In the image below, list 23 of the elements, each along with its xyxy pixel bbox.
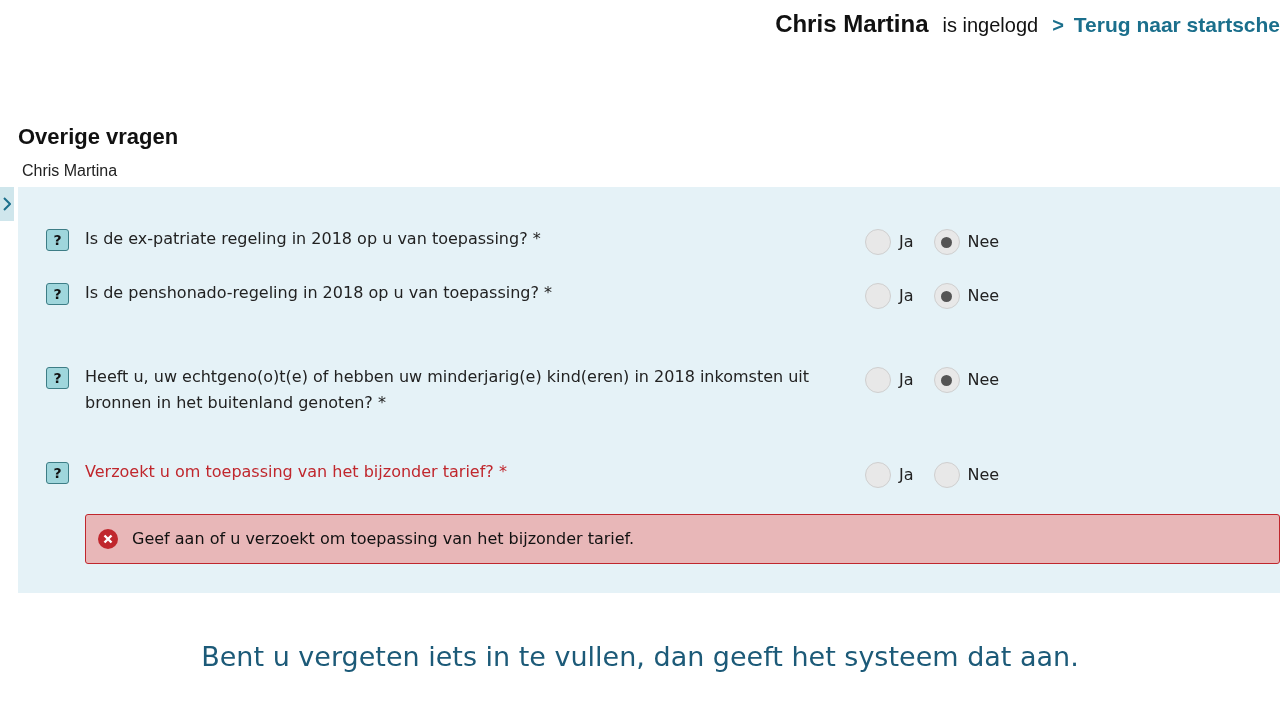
question-label: Heeft u, uw echtgeno(o)t(e) of hebben uw minderjarig(e) kind(eren) in 2018 inkomsten uit bronnen in het buitenland genoten? * bbox=[85, 366, 811, 414]
sidebar-toggle[interactable] bbox=[0, 187, 14, 221]
radio-option[interactable]: Nee bbox=[933, 283, 1000, 309]
user-name: Chris Martina bbox=[775, 9, 929, 39]
error-text: Geef aan of u verzoekt om toepassing van het bijzonder tarief. bbox=[132, 528, 635, 550]
chevron-text: > bbox=[1052, 13, 1064, 38]
chevron-right-icon bbox=[3, 197, 11, 211]
section-title: Overige vragen bbox=[18, 123, 180, 151]
home-link[interactable]: Terug naar startsche bbox=[1073, 9, 1280, 41]
subtitle-caption: Bent u vergeten iets in te vullen, dan geeft het systeem dat aan. bbox=[200, 640, 1080, 674]
radio-option[interactable]: Nee bbox=[933, 229, 1000, 255]
help-button[interactable]: ? bbox=[46, 367, 69, 389]
help-button[interactable]: ? bbox=[46, 283, 69, 305]
question-label: Is de penshonado-regeling in 2018 op u van toepassing? * bbox=[85, 282, 554, 304]
help-button[interactable]: ? bbox=[46, 462, 69, 484]
radio-option[interactable]: Nee bbox=[933, 367, 1000, 393]
section-subtitle: Chris Martina bbox=[22, 161, 119, 181]
help-button[interactable]: ? bbox=[46, 229, 69, 251]
question-label: Verzoekt u om toepassing van het bijzonder tarief? * bbox=[85, 461, 508, 483]
radio-option[interactable]: Nee bbox=[933, 462, 1000, 488]
login-status: is ingelogd bbox=[942, 13, 1039, 38]
question-label: Is de ex-patriate regeling in 2018 op u van toepassing? * bbox=[85, 228, 542, 250]
error-icon bbox=[98, 529, 118, 549]
